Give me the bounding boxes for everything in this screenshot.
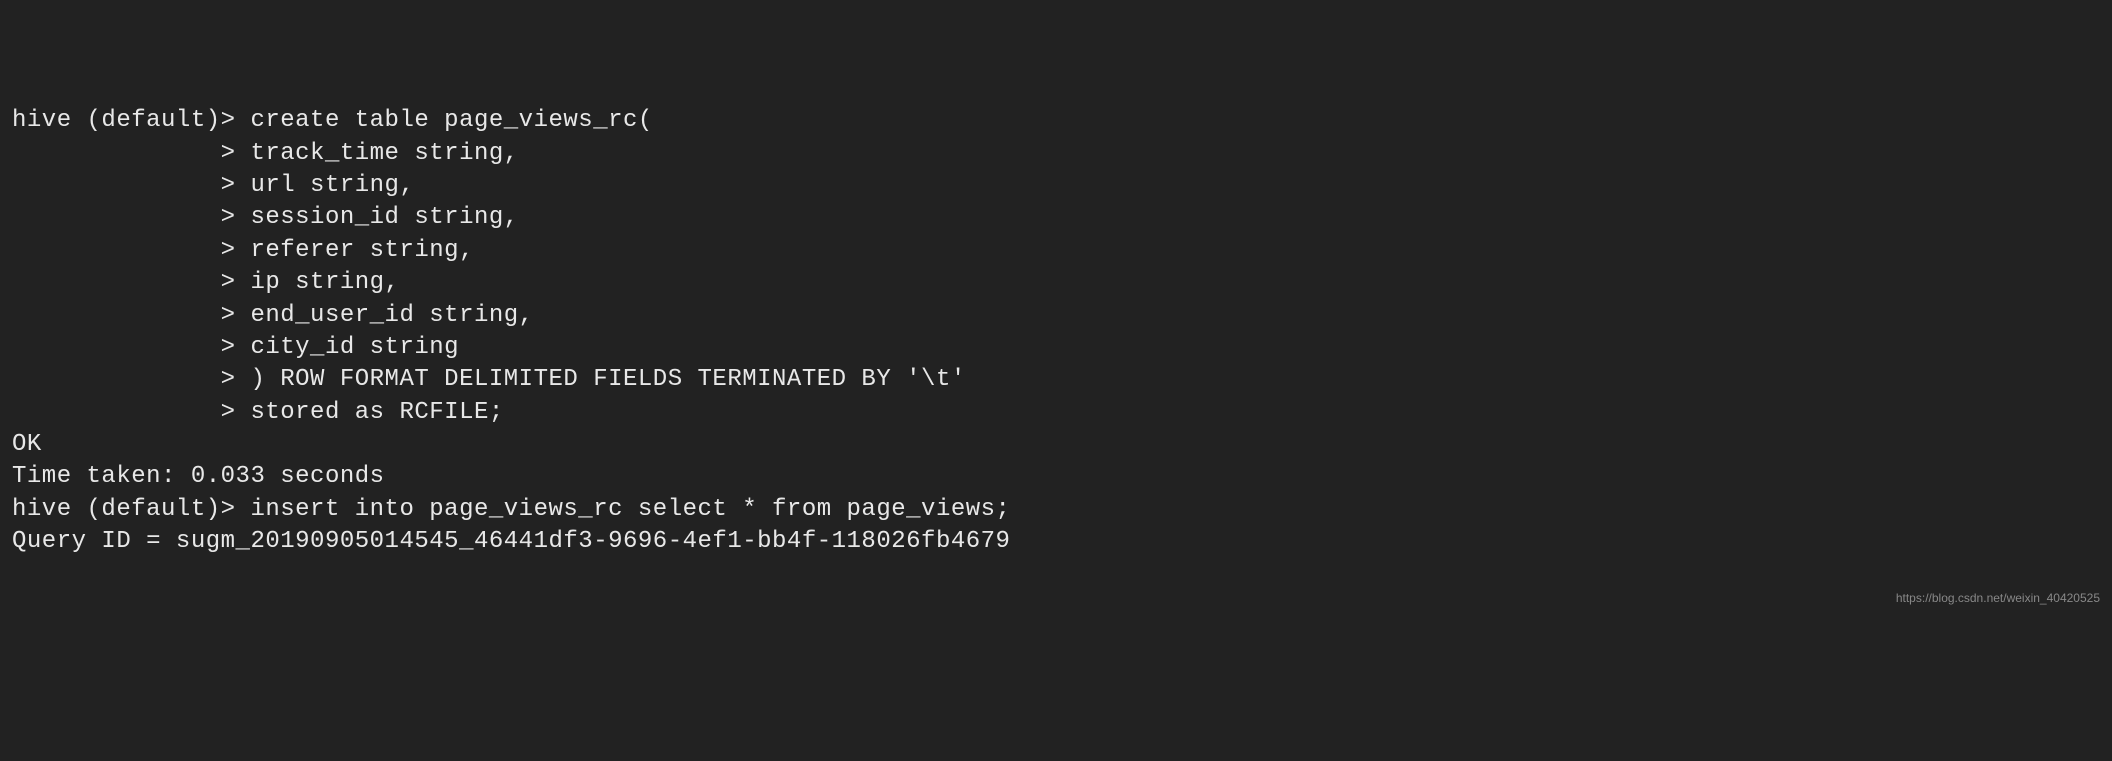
terminal-line: Query ID = sugm_20190905014545_46441df3-… — [12, 526, 2100, 558]
terminal-line: > ) ROW FORMAT DELIMITED FIELDS TERMINAT… — [12, 364, 2100, 396]
terminal-line: > city_id string — [12, 332, 2100, 364]
terminal-line: > end_user_id string, — [12, 300, 2100, 332]
terminal-line: hive (default)> create table page_views_… — [12, 105, 2100, 137]
terminal-output[interactable]: hive (default)> create table page_views_… — [12, 105, 2100, 558]
watermark-text: https://blog.csdn.net/weixin_40420525 — [1896, 590, 2100, 606]
terminal-line: hive (default)> insert into page_views_r… — [12, 494, 2100, 526]
terminal-line: > stored as RCFILE; — [12, 397, 2100, 429]
terminal-line: > session_id string, — [12, 202, 2100, 234]
terminal-line: > ip string, — [12, 267, 2100, 299]
terminal-line: > track_time string, — [12, 138, 2100, 170]
terminal-line: OK — [12, 429, 2100, 461]
terminal-line: > referer string, — [12, 235, 2100, 267]
terminal-line: Time taken: 0.033 seconds — [12, 461, 2100, 493]
terminal-line: > url string, — [12, 170, 2100, 202]
